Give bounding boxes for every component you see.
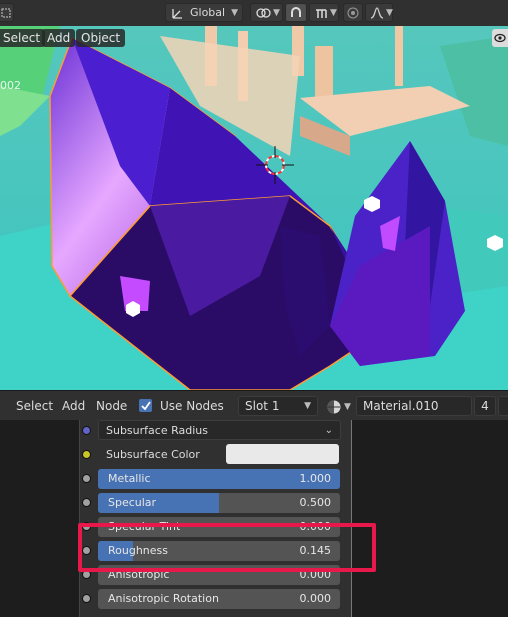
subsurface-color-row: Subsurface Color bbox=[80, 444, 353, 468]
checkmark-icon bbox=[141, 401, 151, 411]
snap-icon bbox=[289, 6, 303, 20]
chevron-down-icon: ▼ bbox=[231, 7, 238, 18]
3d-viewport[interactable]: Select Add Object 002 bbox=[0, 26, 508, 390]
use-nodes-label[interactable]: Use Nodes bbox=[160, 399, 224, 413]
pivot-icon bbox=[255, 6, 271, 20]
specular-row: Specular 0.500 bbox=[80, 492, 353, 516]
metallic-label: Metallic bbox=[108, 472, 151, 485]
metallic-value: 1.000 bbox=[299, 472, 332, 485]
chevron-down-icon: ▼ bbox=[344, 402, 351, 412]
anisotropic-rotation-value: 0.000 bbox=[299, 592, 332, 605]
metallic-row: Metallic 1.000 bbox=[80, 468, 353, 492]
subsurface-radius-dropdown[interactable]: Subsurface Radius ⌄ bbox=[98, 420, 341, 440]
subsurface-color-swatch[interactable] bbox=[226, 444, 339, 464]
fake-user-icon[interactable] bbox=[498, 396, 508, 416]
subsurface-radius-row: Subsurface Radius ⌄ bbox=[80, 420, 353, 444]
proportional-edit-icon bbox=[347, 7, 359, 19]
chevron-down-icon: ▼ bbox=[304, 401, 311, 411]
chevron-down-icon: ▼ bbox=[273, 7, 280, 18]
principled-bsdf-node[interactable]: Subsurface Radius ⌄ Subsurface Color Met… bbox=[79, 420, 352, 617]
float-socket[interactable] bbox=[82, 594, 91, 603]
viewport-menu-add[interactable]: Add bbox=[42, 29, 76, 47]
anisotropic-rotation-label: Anisotropic Rotation bbox=[108, 592, 219, 605]
viewport-menu-select[interactable]: Select bbox=[0, 29, 46, 47]
chevron-down-icon: ▼ bbox=[386, 7, 393, 18]
proportional-edit-toggle[interactable] bbox=[343, 3, 363, 22]
slot-label: Slot 1 bbox=[245, 399, 280, 413]
node-menu-node[interactable]: Node bbox=[96, 399, 127, 413]
falloff-dropdown[interactable]: ▼ bbox=[365, 3, 393, 22]
specular-value: 0.500 bbox=[299, 496, 332, 509]
subsurface-radius-label: Subsurface Radius bbox=[106, 423, 208, 437]
orientation-label: Global bbox=[190, 6, 226, 19]
node-editor-canvas[interactable]: Subsurface Radius ⌄ Subsurface Color Met… bbox=[0, 420, 508, 617]
scene-render bbox=[0, 26, 508, 390]
float-socket[interactable] bbox=[82, 498, 91, 507]
snap-toggle[interactable] bbox=[285, 3, 307, 22]
node-menu-add[interactable]: Add bbox=[62, 399, 85, 413]
chevron-down-icon: ▼ bbox=[330, 7, 337, 18]
snap-increment-icon bbox=[314, 6, 328, 20]
material-user-count[interactable]: 4 bbox=[474, 396, 496, 416]
use-nodes-checkbox[interactable] bbox=[139, 399, 152, 412]
specular-slider[interactable]: Specular 0.500 bbox=[98, 493, 340, 513]
subsurface-color-label: Subsurface Color bbox=[106, 448, 200, 461]
node-menu-select[interactable]: Select bbox=[16, 399, 53, 413]
chevron-down-icon: ⌄ bbox=[324, 424, 333, 436]
anisotropic-rotation-row: Anisotropic Rotation 0.000 bbox=[80, 588, 353, 612]
vector-socket[interactable] bbox=[82, 426, 91, 435]
metallic-slider[interactable]: Metallic 1.000 bbox=[98, 469, 340, 489]
transform-orientation-dropdown[interactable]: Global ▼ bbox=[165, 3, 243, 22]
roughness-highlight-box bbox=[78, 523, 376, 572]
specular-label: Specular bbox=[108, 496, 157, 509]
material-name: Material.010 bbox=[363, 399, 439, 413]
user-count-label: 4 bbox=[481, 399, 489, 413]
material-browse-button[interactable]: ▼ bbox=[326, 399, 351, 415]
anisotropic-rotation-slider[interactable]: Anisotropic Rotation 0.000 bbox=[98, 589, 340, 609]
viewport-header: Global ▼ ▼ ▼ ▼ bbox=[0, 0, 508, 26]
pivot-point-dropdown[interactable]: ▼ bbox=[250, 3, 283, 22]
material-name-field[interactable]: Material.010 bbox=[356, 396, 472, 416]
snap-target-dropdown[interactable]: ▼ bbox=[309, 3, 339, 22]
transform-orientation-icon bbox=[170, 6, 184, 20]
falloff-curve-icon bbox=[370, 6, 384, 20]
material-sphere-icon bbox=[327, 400, 341, 414]
slot-dropdown[interactable]: Slot 1 ▼ bbox=[238, 396, 318, 416]
float-socket[interactable] bbox=[82, 474, 91, 483]
view-toggle-icon[interactable] bbox=[492, 29, 508, 47]
color-socket[interactable] bbox=[82, 450, 91, 459]
object-name-tag: 002 bbox=[0, 79, 21, 92]
viewport-menu-object[interactable]: Object bbox=[76, 29, 126, 47]
node-editor-header: Select Add Node Use Nodes Slot 1 ▼ ▼ Mat… bbox=[0, 390, 508, 420]
object-mode-icon[interactable] bbox=[0, 3, 14, 22]
